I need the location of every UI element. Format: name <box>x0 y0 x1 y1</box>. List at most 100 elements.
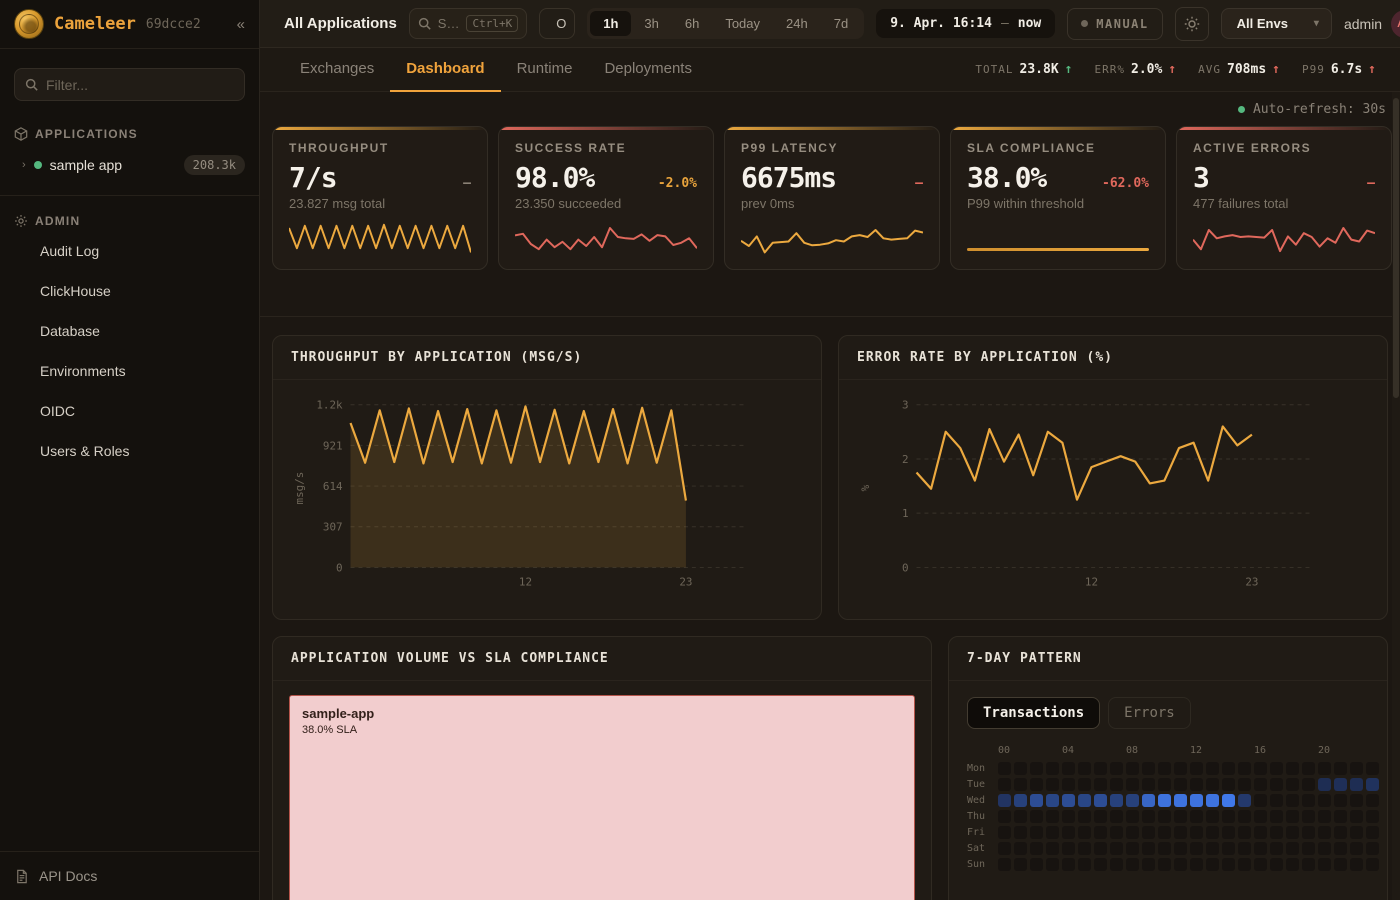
environment-select[interactable]: All Envs ▾ <box>1221 8 1332 39</box>
heatmap-cell <box>1254 858 1267 871</box>
sidebar-footer[interactable]: API Docs <box>0 851 259 900</box>
heatmap-cell <box>1366 826 1379 839</box>
kpi-value: 38.0% <box>967 161 1046 194</box>
sun-icon <box>1184 16 1200 32</box>
heatmap-hour-label <box>1206 745 1219 759</box>
heatmap-cell <box>1318 778 1331 791</box>
error-rate-chart: 32101223% <box>839 380 1387 619</box>
heatmap-cell <box>998 858 1011 871</box>
sidebar-filter[interactable] <box>14 68 245 101</box>
time-range-3h[interactable]: 3h <box>631 11 671 36</box>
tab-runtime[interactable]: Runtime <box>501 48 589 92</box>
applications-section-header: APPLICATIONS <box>0 127 259 141</box>
time-range-1h[interactable]: 1h <box>590 11 631 36</box>
tab-exchanges[interactable]: Exchanges <box>284 48 390 92</box>
heatmap-cell <box>1190 858 1203 871</box>
heatmap-cell <box>1350 810 1363 823</box>
date-from: 9. Apr. 16:14 <box>890 16 992 31</box>
heatmap-cell <box>1062 810 1075 823</box>
heatmap-cell <box>1142 858 1155 871</box>
panel-title: THROUGHPUT BY APPLICATION (MSG/S) <box>273 336 821 380</box>
heatmap-cell <box>1222 794 1235 807</box>
accent-bar <box>951 127 1165 130</box>
scrollbar-thumb[interactable] <box>1393 98 1399 398</box>
svg-text:msg/s: msg/s <box>293 472 306 505</box>
heatmap-cell <box>1030 842 1043 855</box>
filter-input[interactable] <box>46 77 234 93</box>
sidebar-collapse-icon[interactable]: « <box>237 16 245 33</box>
sparkline-chart <box>1193 215 1375 257</box>
date-range-picker[interactable]: 9. Apr. 16:14 – now <box>876 9 1055 38</box>
section-divider <box>260 316 1400 317</box>
heatmap-cell <box>1126 858 1139 871</box>
tab-deployments[interactable]: Deployments <box>588 48 708 92</box>
heatmap-toggle-errors[interactable]: Errors <box>1108 697 1191 729</box>
document-icon <box>14 869 29 884</box>
heatmap-cell <box>1334 794 1347 807</box>
heatmap-cell <box>1030 762 1043 775</box>
auto-refresh-indicator: Auto-refresh: 30s <box>272 92 1388 118</box>
heatmap-cell <box>1094 826 1107 839</box>
heatmap-cell <box>1318 858 1331 871</box>
sidebar-item-clickhouse[interactable]: ClickHouse <box>0 274 259 308</box>
heatmap-cell <box>1366 762 1379 775</box>
heatmap-cell <box>1222 858 1235 871</box>
user-menu[interactable]: admin AD <box>1344 10 1400 38</box>
page-title: All Applications <box>284 15 397 32</box>
trend-arrow-icon: ↑ <box>1168 62 1176 77</box>
heatmap-cell <box>1366 858 1379 871</box>
sidebar-item-audit-log[interactable]: Audit Log <box>0 234 259 268</box>
tab-dashboard[interactable]: Dashboard <box>390 48 500 92</box>
treemap-panel: APPLICATION VOLUME VS SLA COMPLIANCE sam… <box>272 636 932 900</box>
time-range-24h[interactable]: 24h <box>773 11 821 36</box>
app-version: 69dcce2 <box>146 17 201 32</box>
heatmap-cell <box>1174 826 1187 839</box>
heatmap-toggle-transactions[interactable]: Transactions <box>967 697 1100 729</box>
heatmap-cell <box>1014 778 1027 791</box>
heatmap-cell <box>1206 842 1219 855</box>
heatmap-cell <box>1174 858 1187 871</box>
scrollbar[interactable] <box>1392 92 1400 900</box>
heatmap-cell <box>1094 810 1107 823</box>
heatmap-hour-label <box>1270 745 1283 759</box>
heatmap-cell <box>1350 858 1363 871</box>
heatmap-hour-label <box>1110 745 1123 759</box>
heatmap-day-label: Mon <box>965 763 995 774</box>
api-docs-link[interactable]: API Docs <box>39 868 97 884</box>
sidebar-item-users-roles[interactable]: Users & Roles <box>0 434 259 468</box>
chevron-right-icon[interactable]: › <box>22 159 26 171</box>
chart-svg: 1.2k92161430701223msg/s <box>289 392 805 597</box>
heatmap-cell <box>1286 826 1299 839</box>
heatmap-cell <box>1302 826 1315 839</box>
heatmap-cell <box>1190 762 1203 775</box>
online-status-pill[interactable]: O <box>539 8 575 39</box>
heatmap-cell <box>1062 794 1075 807</box>
heatmap-day-label: Sun <box>965 859 995 870</box>
sidebar-item-database[interactable]: Database <box>0 314 259 348</box>
heatmap-cell <box>1238 794 1251 807</box>
sidebar-item-environments[interactable]: Environments <box>0 354 259 388</box>
global-search[interactable]: S… Ctrl+K <box>409 8 527 39</box>
heatmap-cell <box>1014 794 1027 807</box>
time-range-6h[interactable]: 6h <box>672 11 712 36</box>
heatmap-cell <box>1286 858 1299 871</box>
avatar: AD <box>1391 10 1400 38</box>
heatmap-cell <box>1190 794 1203 807</box>
heatmap-cell <box>1350 842 1363 855</box>
manual-refresh-button[interactable]: MANUAL <box>1067 8 1162 40</box>
theme-toggle-button[interactable] <box>1175 7 1209 41</box>
time-range-7d[interactable]: 7d <box>821 11 861 36</box>
heatmap-cell <box>1190 826 1203 839</box>
heatmap-cell <box>1318 810 1331 823</box>
sidebar-item-oidc[interactable]: OIDC <box>0 394 259 428</box>
app-title: Cameleer <box>54 14 136 34</box>
treemap-tile-sample-app[interactable]: sample-app 38.0% SLA <box>289 695 915 900</box>
kpi-subtitle: 477 failures total <box>1193 196 1375 211</box>
sidebar-item-sample-app[interactable]: › sample app 208.3k <box>22 155 245 175</box>
seven-day-pattern-panel: 7-DAY PATTERN TransactionsErrors 0004081… <box>948 636 1388 900</box>
time-range-today[interactable]: Today <box>712 11 773 36</box>
heatmap-cell <box>1254 794 1267 807</box>
heatmap-cell <box>1030 826 1043 839</box>
heatmap-cell <box>1206 858 1219 871</box>
heatmap-cell <box>1270 842 1283 855</box>
